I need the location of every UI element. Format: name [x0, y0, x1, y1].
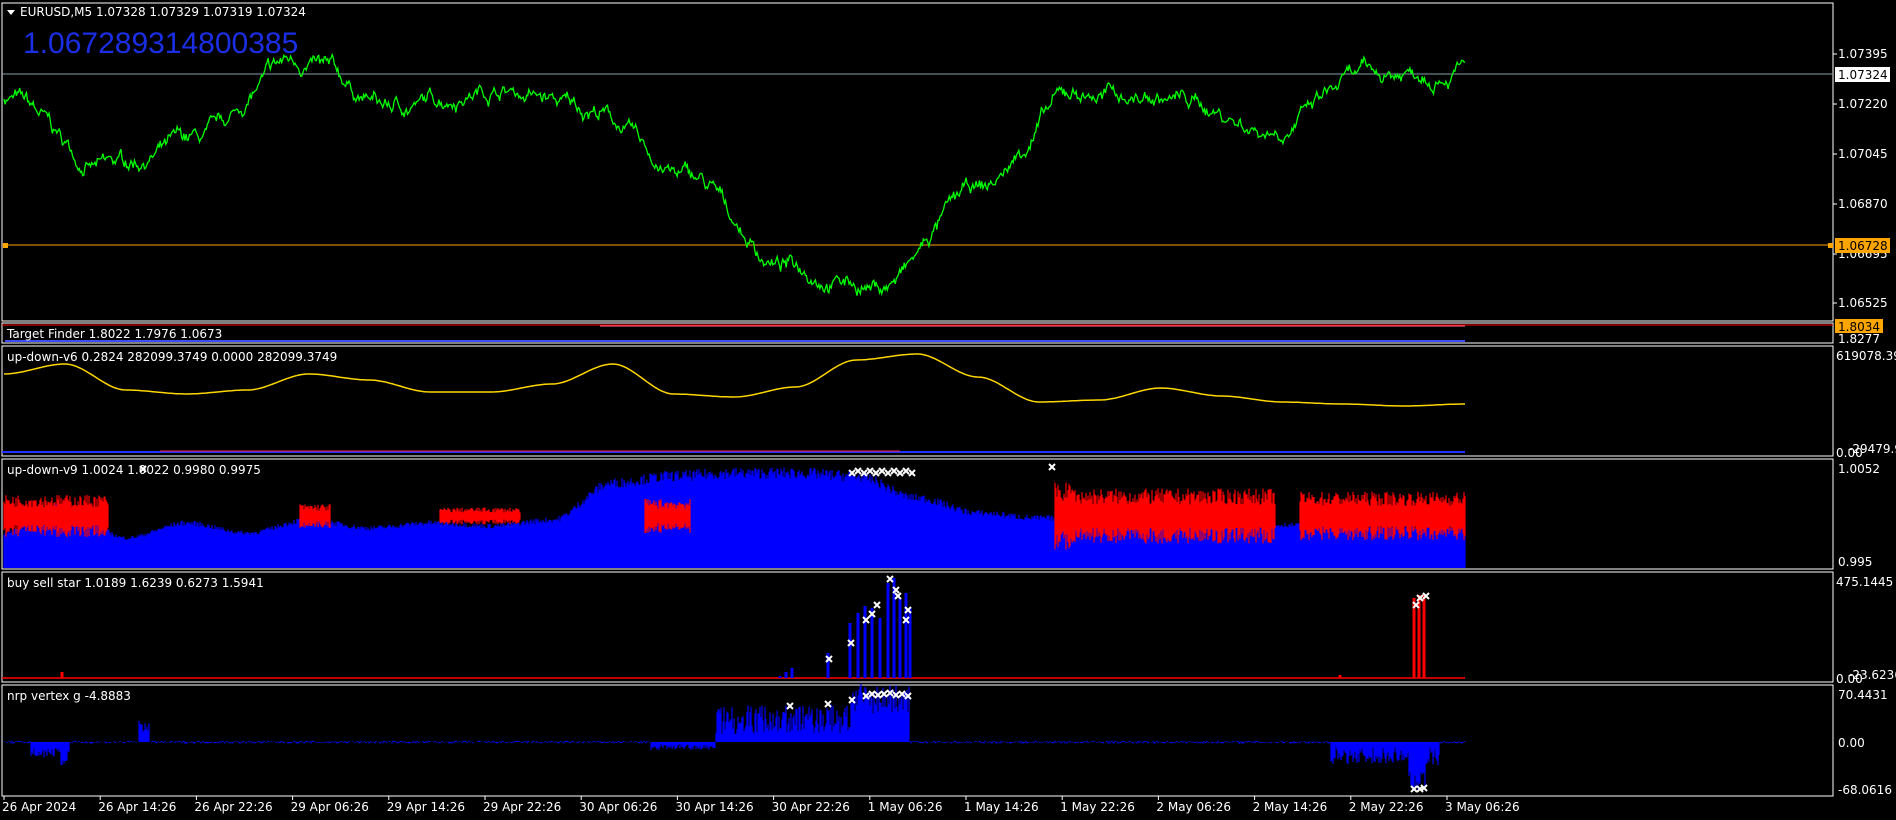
target-finder-header: Target Finder 1.8022 1.7976 1.0673 — [6, 327, 222, 341]
y-tick: 1.06870 — [1838, 197, 1888, 211]
updown-v6-min: -29479.923 — [1848, 442, 1896, 456]
level-label: 1.06728 — [1838, 239, 1888, 253]
buy-sell-star-min: -23.6236 — [1848, 668, 1896, 682]
buy-sell-star-header: buy sell star 1.0189 1.6239 0.6273 1.594… — [7, 576, 264, 590]
x-tick-label: 2 May 06:26 — [1156, 800, 1231, 814]
x-tick-label: 2 May 22:26 — [1349, 800, 1424, 814]
x-tick-label: 2 May 14:26 — [1253, 800, 1328, 814]
x-tick-label: 29 Apr 14:26 — [387, 800, 465, 814]
x-tick-label: 29 Apr 22:26 — [483, 800, 561, 814]
current-price-label: 1.07324 — [1838, 68, 1888, 82]
updown-v9-max: 1.0052 — [1838, 462, 1880, 476]
y-tick: 1.07045 — [1838, 147, 1888, 161]
big-value-text: 1.067289314800385 — [23, 27, 298, 60]
y-tick: 1.07395 — [1838, 47, 1888, 61]
x-tick-label: 3 May 06:26 — [1445, 800, 1520, 814]
y-tick: 1.07220 — [1838, 97, 1888, 111]
y-tick: 1.06525 — [1838, 296, 1888, 310]
level-line-handle-right[interactable] — [1828, 243, 1833, 248]
nrp-vertex-header: nrp vertex g -4.8883 — [7, 689, 131, 703]
x-tick-label: 1 May 14:26 — [964, 800, 1039, 814]
x-tick-label: 1 May 06:26 — [868, 800, 943, 814]
x-tick-label: 26 Apr 22:26 — [194, 800, 272, 814]
x-tick-label: 26 Apr 2024 — [2, 800, 76, 814]
updown-v6-header: up-down-v6 0.2824 282099.3749 0.0000 282… — [7, 350, 337, 364]
target-finder-tick: 1.8277 — [1838, 332, 1880, 346]
x-tick-label: 26 Apr 14:26 — [98, 800, 176, 814]
nrp-vertex-zero: 0.00 — [1838, 736, 1865, 750]
nrp-vertex-max: 70.4431 — [1838, 688, 1888, 702]
x-tick-label: 30 Apr 22:26 — [772, 800, 850, 814]
x-tick-label: 29 Apr 06:26 — [291, 800, 369, 814]
x-tick-label: 30 Apr 14:26 — [675, 800, 753, 814]
updown-v9-header: up-down-v9 1.0024 1.0022 0.9980 0.9975 — [7, 463, 261, 477]
x-tick-label: 1 May 22:26 — [1060, 800, 1135, 814]
updown-v9-min: 0.995 — [1838, 555, 1872, 569]
chart-canvas: EURUSD,M5 1.07328 1.07329 1.07319 1.0732… — [0, 0, 1896, 820]
x-tick-label: 30 Apr 06:26 — [579, 800, 657, 814]
updown-v6-max: 619078.39 — [1836, 349, 1896, 363]
symbol-header: EURUSD,M5 1.07328 1.07329 1.07319 1.0732… — [20, 5, 306, 19]
level-line-handle-left[interactable] — [3, 243, 8, 248]
nrp-vertex-min: -68.0616 — [1838, 783, 1892, 797]
buy-sell-star-max: 475.1445 — [1836, 575, 1893, 589]
